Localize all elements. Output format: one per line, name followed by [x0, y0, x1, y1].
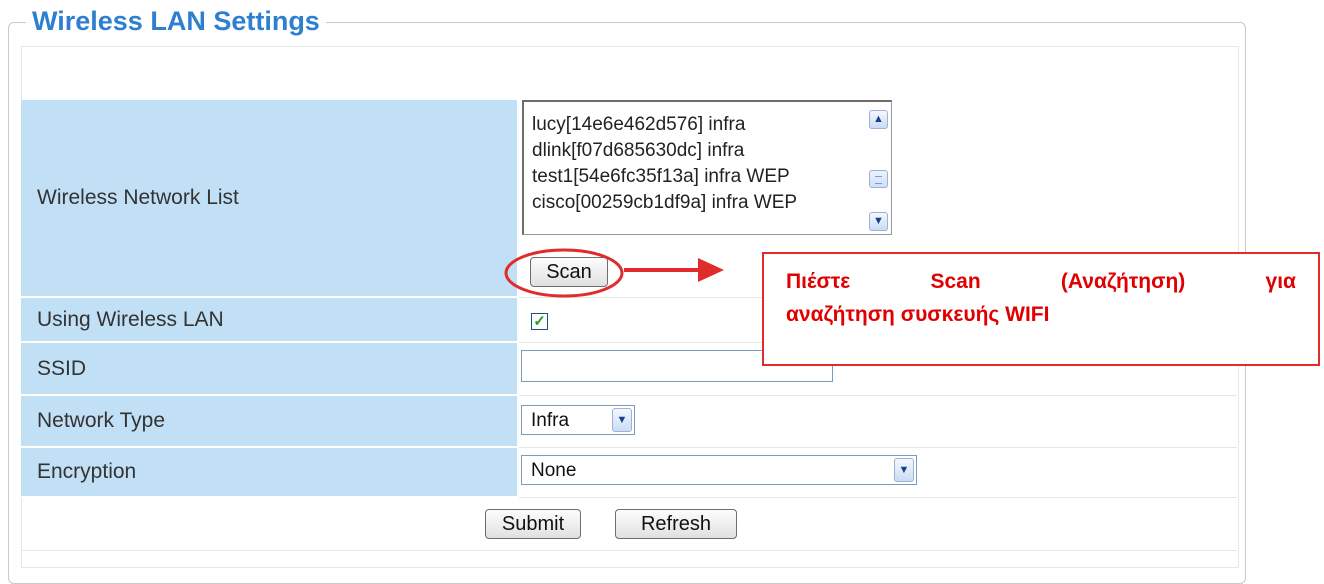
network-type-label: Network Type — [21, 396, 517, 448]
highlight-ellipse — [504, 248, 624, 298]
section-title: Wireless LAN Settings — [26, 4, 326, 38]
scan-instruction-callout: Πιέστε Scan (Αναζήτηση) για αναζήτηση συ… — [762, 252, 1320, 366]
network-list-label: Wireless Network List — [21, 100, 517, 298]
submit-button[interactable]: Submit — [485, 509, 581, 539]
callout-word: Scan — [930, 270, 981, 293]
callout-word: Πιέστε — [786, 270, 851, 293]
callout-word: για — [1265, 270, 1296, 293]
chevron-down-icon[interactable]: ▼ — [869, 212, 888, 231]
network-list-item[interactable]: test1[54e6fc35f13a] infra WEP — [524, 164, 797, 190]
refresh-button[interactable]: Refresh — [615, 509, 737, 539]
scan-highlight-annotation — [504, 248, 724, 298]
callout-word: (Αναζήτηση) — [1060, 270, 1186, 293]
listbox-scrollbar[interactable]: ▲ ▼ — [869, 110, 889, 231]
ssid-label: SSID — [21, 343, 517, 396]
callout-line-2: αναζήτηση συσκευής WIFI — [786, 303, 1050, 326]
network-list-item[interactable]: lucy[14e6e462d576] infra — [524, 112, 797, 138]
encryption-value: None — [531, 460, 577, 481]
chevron-up-icon[interactable]: ▲ — [869, 110, 888, 129]
wireless-network-listbox[interactable]: lucy[14e6e462d576] infra dlink[f07d68563… — [522, 100, 892, 235]
encryption-select[interactable]: None ▼ — [521, 455, 917, 485]
checkmark-icon: ✓ — [533, 313, 546, 330]
using-wireless-lan-label: Using Wireless LAN — [21, 298, 517, 343]
callout-line-1: Πιέστε Scan (Αναζήτηση) για — [786, 270, 1296, 294]
arrow-right-icon — [698, 258, 724, 282]
chevron-down-icon[interactable]: ▼ — [612, 408, 632, 432]
network-list-item[interactable]: dlink[f07d685630dc] infra — [524, 138, 797, 164]
network-list-item[interactable]: cisco[00259cb1df9a] infra WEP — [524, 190, 797, 216]
encryption-label: Encryption — [21, 448, 517, 498]
using-wireless-lan-checkbox[interactable]: ✓ — [531, 313, 548, 330]
chevron-down-icon[interactable]: ▼ — [894, 458, 914, 482]
network-type-select[interactable]: Infra ▼ — [521, 405, 635, 435]
network-type-value: Infra — [531, 410, 570, 431]
scrollbar-thumb[interactable] — [869, 170, 888, 188]
